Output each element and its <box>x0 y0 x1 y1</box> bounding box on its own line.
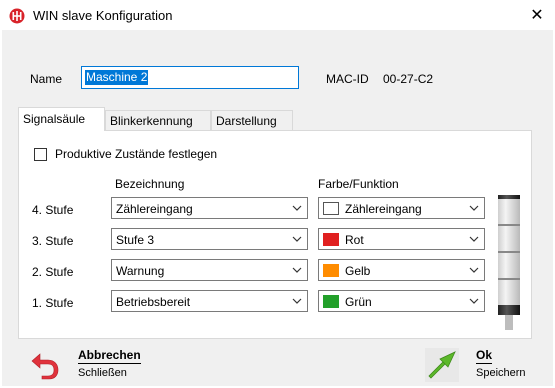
cancel-button[interactable]: Abbrechen Schließen <box>30 346 160 382</box>
farbe-select-stufe-4[interactable]: Zählereingang <box>318 197 485 219</box>
cancel-button-subtitle: Schließen <box>78 367 127 379</box>
name-input[interactable]: Maschine 2 <box>81 66 299 89</box>
ok-button-title: Ok <box>476 348 493 364</box>
bezeichnung-value: Zählereingang <box>116 202 193 216</box>
arrow-up-right-icon <box>425 348 459 382</box>
signal-tower-preview <box>498 195 520 330</box>
row-label-stufe-4: 4. Stufe <box>32 203 74 217</box>
app-logo-icon <box>9 8 25 24</box>
row-label-stufe-2: 2. Stufe <box>32 265 74 279</box>
close-button[interactable]: ✕ <box>521 2 553 28</box>
close-icon: ✕ <box>530 7 544 24</box>
farbe-select-stufe-1[interactable]: Grün <box>318 290 485 312</box>
name-label: Name <box>30 72 63 86</box>
bezeichnung-select-stufe-3[interactable]: Stufe 3 <box>111 228 308 250</box>
tab-darstellung[interactable]: Darstellung <box>211 110 293 130</box>
column-header-bezeichnung: Bezeichnung <box>115 177 185 191</box>
chevron-down-icon <box>469 205 479 211</box>
produktive-zustaende-label: Produktive Zustände festlegen <box>55 147 218 161</box>
tab-signalsaeule[interactable]: Signalsäule <box>18 107 105 131</box>
farbe-select-stufe-3[interactable]: Rot <box>318 228 485 250</box>
name-input-value: Maschine 2 <box>85 70 149 85</box>
chevron-down-icon <box>292 267 302 273</box>
title-bar: WIN slave Konfiguration ✕ <box>0 0 555 30</box>
chevron-down-icon <box>469 298 479 304</box>
chevron-down-icon <box>292 236 302 242</box>
color-swatch-white <box>323 202 339 215</box>
chevron-down-icon <box>292 205 302 211</box>
farbe-select-stufe-2[interactable]: Gelb <box>318 259 485 281</box>
color-swatch-orange <box>323 264 339 277</box>
produktive-zustaende-checkbox[interactable] <box>34 148 47 161</box>
farbe-value: Grün <box>345 295 372 309</box>
bezeichnung-select-stufe-1[interactable]: Betriebsbereit <box>111 290 308 312</box>
bezeichnung-value: Stufe 3 <box>116 233 155 247</box>
color-swatch-green <box>323 295 339 308</box>
bezeichnung-value: Betriebsbereit <box>116 295 191 309</box>
row-label-stufe-1: 1. Stufe <box>32 296 74 310</box>
undo-arrow-icon <box>31 353 59 380</box>
row-label-stufe-3: 3. Stufe <box>32 234 74 248</box>
bezeichnung-select-stufe-2[interactable]: Warnung <box>111 259 308 281</box>
ok-button[interactable]: Ok Speichern <box>425 346 535 382</box>
chevron-down-icon <box>469 236 479 242</box>
mac-id-label: MAC-ID <box>326 72 369 86</box>
ok-button-subtitle: Speichern <box>476 367 526 379</box>
mac-id-value: 00-27-C2 <box>383 72 434 86</box>
color-swatch-red <box>323 233 339 246</box>
bezeichnung-select-stufe-4[interactable]: Zählereingang <box>111 197 308 219</box>
chevron-down-icon <box>469 267 479 273</box>
farbe-value: Rot <box>345 233 364 247</box>
column-header-farbe-funktion: Farbe/Funktion <box>318 177 399 191</box>
farbe-value: Gelb <box>345 264 371 278</box>
window-title: WIN slave Konfiguration <box>33 8 173 23</box>
chevron-down-icon <box>292 298 302 304</box>
tab-blinkerkennung[interactable]: Blinkerkennung <box>105 110 211 130</box>
bezeichnung-value: Warnung <box>116 264 165 278</box>
farbe-value: Zählereingang <box>345 202 422 216</box>
cancel-button-title: Abbrechen <box>78 348 141 364</box>
